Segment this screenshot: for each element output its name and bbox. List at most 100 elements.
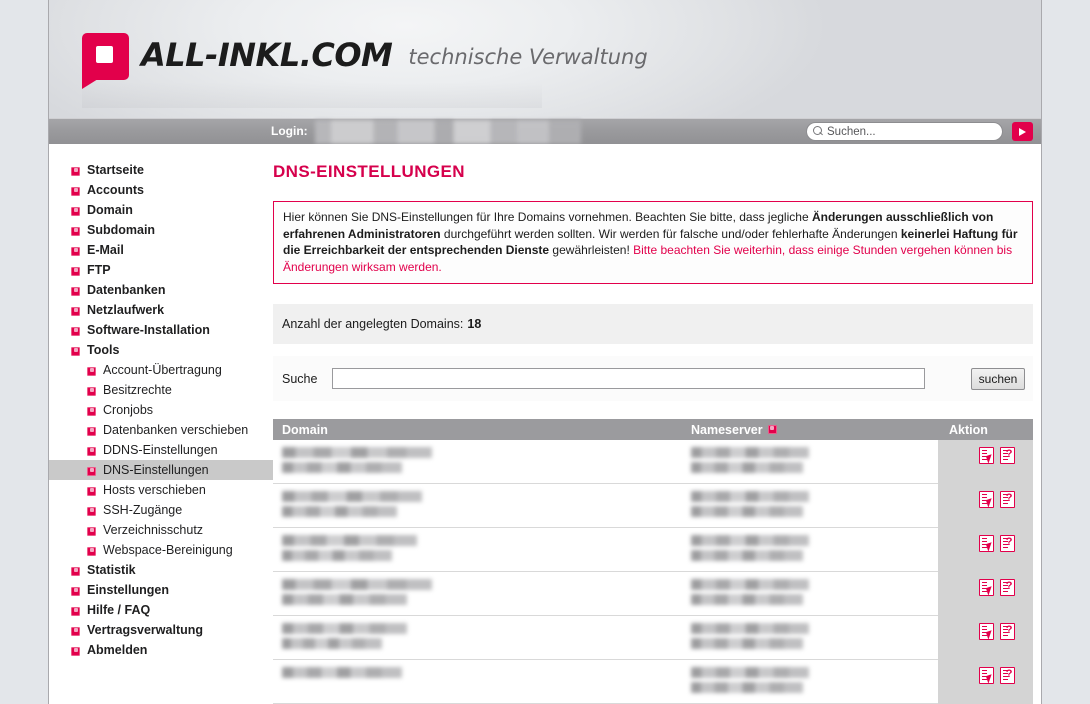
search-submit-button[interactable] [1012, 122, 1033, 141]
cell-domain-redacted [273, 660, 691, 704]
sidebar-item-datenbanken[interactable]: Datenbanken [49, 280, 273, 300]
bullet-icon [71, 287, 80, 296]
sidebar-item-label: Verzeichnisschutz [103, 523, 204, 537]
page-title: DNS-EINSTELLUNGEN [273, 162, 465, 181]
bullet-icon [71, 627, 80, 636]
edit-document-icon[interactable] [979, 667, 995, 684]
sidebar-item-hosts-verschieben[interactable]: Hosts verschieben [49, 480, 273, 500]
table-row: ? [273, 660, 1033, 704]
help-document-icon[interactable]: ? [1000, 491, 1015, 508]
bullet-icon [71, 207, 80, 216]
sidebar-item-webspace-bereinigung[interactable]: Webspace-Bereinigung [49, 540, 273, 560]
cell-actions: ? [938, 484, 1033, 528]
sidebar-item-cronjobs[interactable]: Cronjobs [49, 400, 273, 420]
domain-count-bar: Anzahl der angelegten Domains: 18 [273, 304, 1033, 344]
global-search-input[interactable]: Suchen... [806, 122, 1003, 141]
bullet-icon [71, 307, 80, 316]
sidebar-item-label: Startseite [87, 163, 144, 177]
sidebar-item-dns-einstellungen[interactable]: DNS-Einstellungen [49, 460, 273, 480]
sidebar-item-e-mail[interactable]: E-Mail [49, 240, 273, 260]
redacted-text [691, 623, 809, 634]
edit-document-icon[interactable] [979, 491, 995, 508]
cell-domain-redacted [273, 484, 691, 528]
play-triangle-icon [1019, 127, 1026, 136]
domain-count-label: Anzahl der angelegten Domains: [282, 317, 464, 331]
domain-search-button[interactable]: suchen [971, 367, 1025, 390]
sidebar-item-tools[interactable]: Tools [49, 340, 273, 360]
table-body: ????????? [273, 440, 1033, 704]
sidebar-item-domain[interactable]: Domain [49, 200, 273, 220]
info-square-icon[interactable] [767, 425, 777, 434]
domain-search-input[interactable] [332, 368, 925, 389]
cell-actions: ? [938, 440, 1033, 484]
sidebar-item-netzlaufwerk[interactable]: Netzlaufwerk [49, 300, 273, 320]
column-header-nameserver[interactable]: Nameserver [691, 423, 938, 437]
sidebar-item-software-installation[interactable]: Software-Installation [49, 320, 273, 340]
logo-reflection [82, 82, 542, 108]
domain-count-value: 18 [467, 317, 482, 331]
bullet-icon [87, 467, 96, 476]
sidebar-item-hilfe-faq[interactable]: Hilfe / FAQ [49, 600, 273, 620]
help-document-icon[interactable]: ? [1000, 535, 1015, 552]
help-document-icon[interactable]: ? [1000, 623, 1015, 640]
edit-document-icon[interactable] [979, 535, 995, 552]
column-header-domain[interactable]: Domain [273, 423, 691, 437]
redacted-text [282, 491, 422, 502]
edit-document-icon[interactable] [979, 579, 995, 596]
sidebar-item-vertragsverwaltung[interactable]: Vertragsverwaltung [49, 620, 273, 640]
sidebar-item-startseite[interactable]: Startseite [49, 160, 273, 180]
cell-actions: ? [938, 528, 1033, 572]
table-header-row: Domain Nameserver Aktion [273, 419, 1033, 440]
redacted-text [282, 447, 432, 458]
edit-document-icon[interactable] [979, 623, 995, 640]
cell-nameserver-redacted [691, 528, 938, 572]
sidebar-item-ddns-einstellungen[interactable]: DDNS-Einstellungen [49, 440, 273, 460]
table-row: ? [273, 484, 1033, 528]
bullet-icon [87, 507, 96, 516]
bullet-icon [71, 267, 80, 276]
cell-actions: ? [938, 660, 1033, 704]
help-document-icon[interactable]: ? [1000, 579, 1015, 596]
sidebar-item-subdomain[interactable]: Subdomain [49, 220, 273, 240]
bullet-icon [71, 567, 80, 576]
sidebar-navigation: Startseite Accounts Domain Subdomain E-Mail F… [49, 160, 273, 660]
sidebar-item-account-bertragung[interactable]: Account-Übertragung [49, 360, 273, 380]
domain-search-row: Suche suchen [273, 356, 1033, 401]
login-label: Login: [271, 124, 308, 138]
sidebar-item-besitzrechte[interactable]: Besitzrechte [49, 380, 273, 400]
dns-domains-table: Domain Nameserver Aktion ????????? [273, 419, 1033, 704]
sidebar-item-statistik[interactable]: Statistik [49, 560, 273, 580]
help-document-icon[interactable]: ? [1000, 447, 1015, 464]
sidebar-item-label: Hilfe / FAQ [87, 603, 151, 617]
sidebar-item-label: Statistik [87, 563, 136, 577]
redacted-text [691, 462, 803, 473]
edit-document-icon[interactable] [979, 447, 995, 464]
cell-nameserver-redacted [691, 440, 938, 484]
bullet-icon [87, 387, 96, 396]
bullet-icon [87, 547, 96, 556]
bullet-icon [71, 187, 80, 196]
sidebar-item-einstellungen[interactable]: Einstellungen [49, 580, 273, 600]
sidebar-item-label: Datenbanken [87, 283, 166, 297]
sidebar-item-label: Subdomain [87, 223, 156, 237]
redacted-text [691, 667, 809, 678]
sidebar-item-ftp[interactable]: FTP [49, 260, 273, 280]
bullet-icon [87, 367, 96, 376]
sidebar-item-verzeichnisschutz[interactable]: Verzeichnisschutz [49, 520, 273, 540]
domain-search-label: Suche [282, 371, 318, 386]
dns-warning-notice: Hier können Sie DNS-Einstellungen für Ih… [273, 201, 1033, 284]
cell-domain-redacted [273, 616, 691, 660]
redacted-text [282, 550, 392, 561]
cell-nameserver-redacted [691, 572, 938, 616]
cell-nameserver-redacted [691, 660, 938, 704]
sidebar-item-datenbanken-verschieben[interactable]: Datenbanken verschieben [49, 420, 273, 440]
redacted-text [282, 667, 402, 678]
help-document-icon[interactable]: ? [1000, 667, 1015, 684]
sidebar-item-label: Abmelden [87, 643, 148, 657]
sidebar-item-ssh-zug-nge[interactable]: SSH-Zugänge [49, 500, 273, 520]
site-logo[interactable]: ALL-INKL.COM technische Verwaltung [82, 33, 648, 89]
bullet-icon [71, 587, 80, 596]
sidebar-item-accounts[interactable]: Accounts [49, 180, 273, 200]
table-row: ? [273, 440, 1033, 484]
sidebar-item-abmelden[interactable]: Abmelden [49, 640, 273, 660]
